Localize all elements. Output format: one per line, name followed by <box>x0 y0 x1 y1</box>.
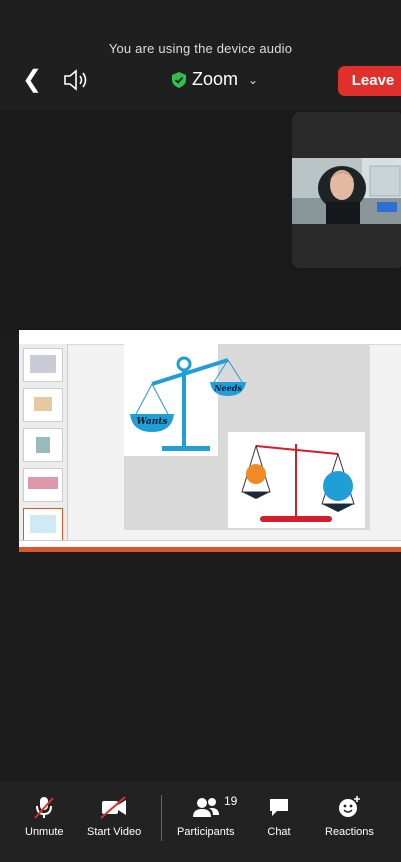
needs-label: Needs <box>213 383 242 393</box>
shield-check-icon <box>172 71 186 88</box>
reactions-label: Reactions <box>325 826 374 838</box>
video-off-icon <box>100 796 127 819</box>
unmute-label: Unmute <box>25 826 64 838</box>
slide-thumbnail <box>23 468 63 502</box>
back-chevron-icon[interactable]: ❮ <box>22 66 42 94</box>
mic-muted-icon <box>34 797 55 819</box>
start-video-label: Start Video <box>87 826 142 838</box>
chat-bubble-icon <box>270 799 288 816</box>
speaker-icon[interactable] <box>62 68 90 92</box>
chat-label: Chat <box>267 826 291 838</box>
leave-button[interactable]: Leave <box>338 66 401 96</box>
participant-video-image <box>292 158 401 224</box>
audio-status-message: You are using the device audio <box>108 41 293 56</box>
participants-icon <box>192 798 219 817</box>
slide-thumbnail <box>23 428 63 462</box>
start-video-button[interactable]: Start Video <box>87 795 141 838</box>
meeting-title-button[interactable]: Zoom ⌄ <box>172 69 258 90</box>
top-bar: You are using the device audio ❮ Zoom ⌄ … <box>0 0 401 110</box>
toolbar-divider <box>161 795 162 841</box>
slide-canvas: Wants Needs <box>124 344 370 530</box>
shared-screen: Wants Needs <box>19 330 401 553</box>
reactions-button[interactable]: Reactions <box>325 795 374 838</box>
unmute-button[interactable]: Unmute <box>25 795 64 838</box>
zoom-meeting-screen: You are using the device audio ❮ Zoom ⌄ … <box>0 0 401 862</box>
slide-thumbnail <box>23 348 63 382</box>
participants-count: 19 <box>224 794 238 808</box>
participants-label: Participants <box>177 826 235 838</box>
video-area-lower <box>0 552 401 782</box>
slide-thumbnail-selected <box>23 508 63 542</box>
chat-button[interactable]: Chat <box>267 795 291 838</box>
slide-thumbnail <box>23 388 63 422</box>
wants-label: Wants <box>137 417 168 427</box>
chevron-down-icon: ⌄ <box>248 72 259 87</box>
app-ribbon <box>19 330 401 345</box>
slide-thumbnails-pane <box>19 344 68 542</box>
smiley-icon <box>339 796 361 817</box>
meeting-title: Zoom <box>192 69 239 89</box>
participant-video-thumbnail[interactable] <box>292 158 401 224</box>
